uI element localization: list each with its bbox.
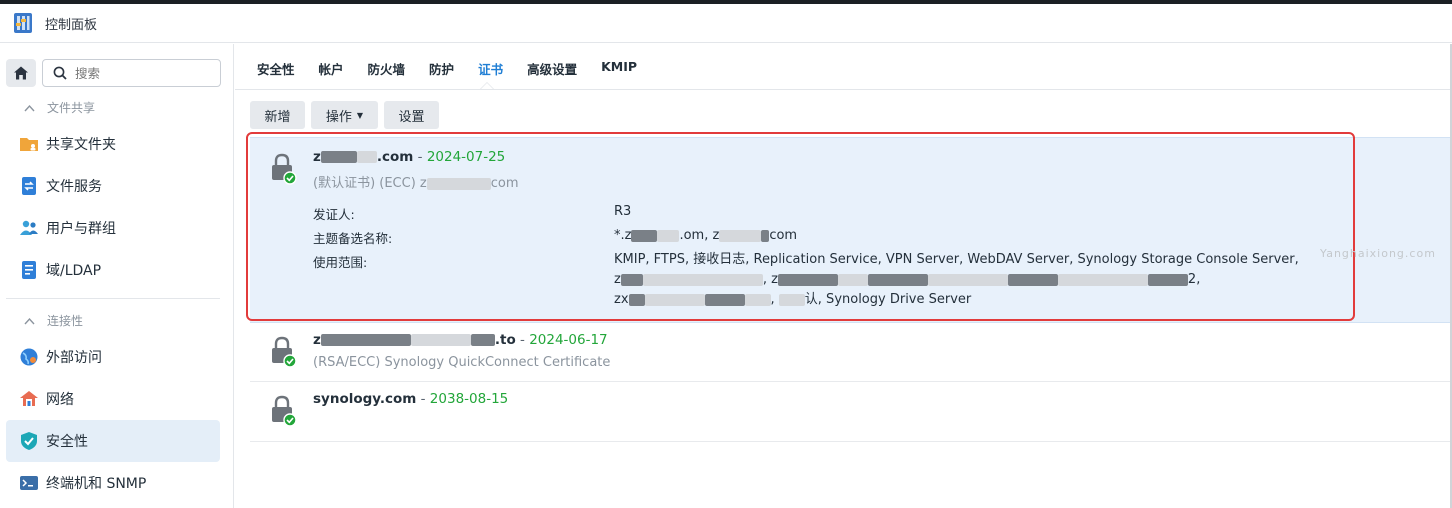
sidebar-divider: [6, 298, 220, 299]
usage-line-3: zx, 认, Synology Drive Server: [614, 292, 972, 307]
search-box[interactable]: [42, 59, 221, 87]
certificate-row-synology[interactable]: synology.com - 2038-08-15: [250, 382, 1452, 442]
lock-verified-icon: [270, 395, 298, 427]
certificate-subtitle: (RSA/ECC) Synology QuickConnect Certific…: [313, 355, 611, 370]
issuer-value: R3: [614, 204, 632, 219]
tab-bar: 安全性 帐户 防火墙 防护 证书 高级设置 KMIP: [257, 59, 661, 78]
action-button-label: 操作: [325, 109, 352, 125]
sidebar-item-domain-ldap[interactable]: 域/LDAP: [6, 249, 220, 291]
lock-verified-icon: [270, 153, 298, 185]
sidebar-item-label: 用户与群组: [46, 221, 116, 237]
users-groups-icon: [19, 218, 39, 238]
sidebar-item-label: 文件服务: [46, 179, 102, 195]
certificate-name: z .to - 2024-06-17: [313, 332, 608, 348]
security-shield-icon: [19, 431, 39, 451]
main-panel: 安全性 帐户 防火墙 防护 证书 高级设置 KMIP 新增 操作 ▼ 设置 z.…: [235, 44, 1452, 508]
tab-advanced[interactable]: 高级设置: [527, 59, 577, 78]
tab-divider: [235, 89, 1452, 90]
san-label: 主题备选名称:: [313, 231, 393, 246]
sidebar-item-label: 域/LDAP: [46, 263, 102, 279]
usage-line-2: z, z 2,: [614, 272, 1201, 287]
network-icon: [19, 389, 39, 409]
sidebar-item-file-services[interactable]: 文件服务: [6, 165, 220, 207]
tab-firewall[interactable]: 防火墙: [368, 59, 406, 78]
sidebar-item-label: 终端机和 SNMP: [46, 476, 147, 492]
domain-ldap-icon: [19, 260, 39, 280]
usage-label: 使用范围:: [313, 255, 368, 270]
certificate-name: synology.com - 2038-08-15: [313, 391, 509, 407]
settings-button-label: 设置: [398, 109, 425, 125]
window-title: 控制面板: [45, 17, 98, 33]
tab-protection[interactable]: 防护: [429, 59, 454, 78]
control-panel-app-icon: [11, 11, 35, 35]
sidebar-item-network[interactable]: 网络: [6, 378, 220, 420]
add-button-label: 新增: [264, 109, 291, 125]
home-button[interactable]: [6, 59, 36, 87]
sidebar-item-label: 安全性: [46, 434, 88, 450]
active-tab-indicator: [480, 82, 494, 89]
certificate-name: z .com - 2024-07-25: [313, 149, 506, 165]
certificate-list: z .com - 2024-07-25 (默认证书) (ECC) z com 发证人…: [250, 137, 1452, 442]
watermark-text: Yanghaixiong.com: [1320, 247, 1436, 260]
san-value: *.z .om, z com: [614, 228, 798, 243]
sidebar-item-users-groups[interactable]: 用户与群组: [6, 207, 220, 249]
section-label: 文件共享: [47, 101, 96, 115]
usage-line-1: KMIP, FTPS, 接收日志, Replication Service, V…: [614, 252, 1299, 267]
chevron-up-icon: [24, 314, 35, 328]
sidebar-item-label: 共享文件夹: [46, 137, 116, 153]
home-icon: [14, 66, 28, 80]
chevron-up-icon: [24, 101, 35, 115]
tab-certificate[interactable]: 证书: [478, 59, 503, 78]
tab-kmip[interactable]: KMIP: [601, 59, 637, 78]
window-titlebar: 控制面板: [0, 4, 1452, 43]
sidebar-item-shared-folder[interactable]: 共享文件夹: [6, 123, 220, 165]
section-connectivity[interactable]: 连接性: [24, 312, 83, 329]
sidebar-item-terminal-snmp[interactable]: 终端机和 SNMP: [6, 462, 220, 504]
terminal-icon: [19, 473, 39, 493]
add-button[interactable]: 新增: [250, 101, 305, 129]
lock-verified-icon: [270, 336, 298, 368]
certificate-subtitle: (默认证书) (ECC) z com: [313, 176, 519, 191]
action-dropdown-button[interactable]: 操作 ▼: [311, 101, 378, 129]
sidebar-item-label: 网络: [46, 392, 74, 408]
tab-account[interactable]: 帐户: [319, 59, 344, 78]
file-services-icon: [19, 176, 39, 196]
toolbar: 新增 操作 ▼ 设置: [250, 101, 445, 129]
search-input[interactable]: [75, 65, 195, 81]
section-label: 连接性: [47, 314, 84, 328]
certificate-row-default[interactable]: z .com - 2024-07-25 (默认证书) (ECC) z com 发证人…: [250, 137, 1452, 323]
sidebar-item-security[interactable]: 安全性: [6, 420, 220, 462]
caret-down-icon: ▼: [356, 110, 364, 120]
sidebar-item-external-access[interactable]: 外部访问: [6, 336, 220, 378]
search-icon: [53, 66, 67, 80]
settings-button[interactable]: 设置: [384, 101, 439, 129]
sidebar: 文件共享 共享文件夹 文件服务 用户与群组 域/LDAP 连接性: [0, 44, 234, 508]
section-file-sharing[interactable]: 文件共享: [24, 99, 95, 116]
certificate-row-quickconnect[interactable]: z .to - 2024-06-17 (RSA/ECC) Synology Qui…: [250, 323, 1452, 382]
usage-value: KMIP, FTPS, 接收日志, Replication Service, V…: [614, 250, 1314, 310]
sidebar-item-label: 外部访问: [46, 350, 102, 366]
tab-security[interactable]: 安全性: [257, 59, 295, 78]
shared-folder-icon: [19, 134, 39, 154]
issuer-label: 发证人:: [313, 207, 355, 222]
external-access-icon: [19, 347, 39, 367]
